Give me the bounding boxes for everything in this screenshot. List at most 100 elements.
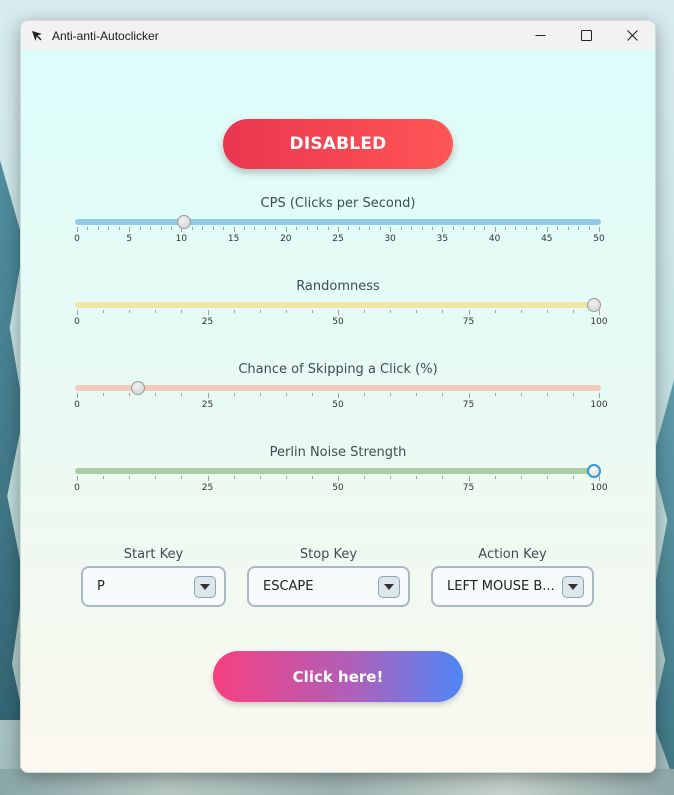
minor-tick bbox=[416, 310, 418, 313]
app-window: Anti-anti-Autoclicker DISABLED CPS (Clic… bbox=[20, 20, 656, 773]
tick-label: 100 bbox=[590, 400, 608, 410]
major-tick bbox=[77, 393, 78, 398]
title-bar[interactable]: Anti-anti-Autoclicker bbox=[21, 21, 655, 50]
minor-tick bbox=[348, 227, 350, 230]
major-tick bbox=[207, 476, 209, 481]
skip-chance-slider-label: Chance of Skipping a Click (%) bbox=[238, 362, 438, 377]
minor-tick bbox=[369, 227, 371, 230]
minor-tick bbox=[505, 227, 507, 230]
close-icon bbox=[626, 30, 638, 41]
tick-label: 75 bbox=[462, 400, 475, 410]
minor-tick bbox=[103, 310, 105, 313]
major-tick bbox=[494, 227, 496, 232]
tick-label: 25 bbox=[332, 234, 344, 244]
minor-tick bbox=[520, 476, 522, 479]
minor-tick bbox=[150, 227, 152, 230]
minor-tick bbox=[223, 227, 225, 230]
tick-label: 40 bbox=[488, 234, 501, 244]
stop-key-dropdown[interactable]: ESCAPE bbox=[247, 566, 410, 607]
minor-tick bbox=[191, 227, 193, 230]
tick-label: 5 bbox=[126, 234, 133, 244]
major-tick bbox=[285, 227, 287, 232]
minor-tick bbox=[97, 227, 99, 230]
minor-tick bbox=[155, 476, 157, 479]
start-key-dropdown[interactable]: P bbox=[81, 566, 226, 607]
action-key-dropdown[interactable]: LEFT MOUSE B... bbox=[431, 566, 594, 607]
stop-key-group: Stop Key ESCAPE bbox=[247, 547, 410, 607]
minor-tick bbox=[442, 393, 444, 396]
minor-tick bbox=[259, 476, 261, 479]
major-tick bbox=[599, 310, 600, 315]
dropdown-arrow-button[interactable] bbox=[378, 575, 400, 598]
minor-tick bbox=[546, 393, 548, 396]
slider-ticks bbox=[75, 227, 601, 233]
minor-tick bbox=[390, 476, 392, 479]
minor-tick bbox=[494, 393, 496, 396]
minor-tick bbox=[484, 227, 486, 230]
action-key-label: Action Key bbox=[478, 547, 547, 562]
maximize-button[interactable] bbox=[563, 21, 609, 50]
tick-label: 25 bbox=[201, 400, 214, 410]
slider-track[interactable] bbox=[75, 468, 601, 474]
minor-tick bbox=[259, 310, 261, 313]
minor-tick bbox=[364, 393, 366, 396]
start-key-group: Start Key P bbox=[81, 547, 226, 607]
minor-tick bbox=[327, 227, 329, 230]
minor-tick bbox=[572, 476, 574, 479]
minor-tick bbox=[212, 227, 214, 230]
minor-tick bbox=[233, 476, 235, 479]
minor-tick bbox=[515, 227, 517, 230]
minor-tick bbox=[129, 310, 131, 313]
action-key-value: LEFT MOUSE B... bbox=[447, 579, 555, 594]
minor-tick bbox=[103, 393, 105, 396]
minor-tick bbox=[416, 393, 418, 396]
cps-slider-label: CPS (Clicks per Second) bbox=[260, 196, 416, 211]
tick-label: 0 bbox=[74, 234, 80, 244]
major-tick bbox=[129, 227, 131, 232]
minor-tick bbox=[317, 227, 319, 230]
close-button[interactable] bbox=[609, 21, 655, 50]
minor-tick bbox=[129, 476, 131, 479]
minimize-button[interactable] bbox=[517, 21, 563, 50]
minor-tick bbox=[588, 227, 590, 230]
slider-thumb[interactable] bbox=[587, 464, 601, 478]
minor-tick bbox=[536, 227, 538, 230]
minor-tick bbox=[364, 310, 366, 313]
slider-track[interactable] bbox=[75, 302, 601, 308]
minor-tick bbox=[572, 310, 574, 313]
minor-tick bbox=[233, 310, 235, 313]
tick-label: 50 bbox=[332, 400, 344, 410]
tick-label: 50 bbox=[593, 234, 605, 244]
stop-key-label: Stop Key bbox=[299, 547, 358, 562]
minor-tick bbox=[463, 227, 465, 230]
app-logo-icon bbox=[32, 30, 42, 41]
major-tick bbox=[442, 227, 444, 232]
major-tick bbox=[77, 227, 78, 232]
stop-key-value: ESCAPE bbox=[263, 579, 314, 594]
minor-tick bbox=[285, 310, 287, 313]
click-test-button[interactable]: Click here! bbox=[213, 651, 463, 702]
tick-label: 35 bbox=[436, 234, 449, 244]
minor-tick bbox=[364, 476, 366, 479]
minor-tick bbox=[254, 227, 256, 230]
slider-track[interactable] bbox=[75, 219, 601, 225]
tick-label: 45 bbox=[541, 234, 553, 244]
minor-tick bbox=[155, 310, 157, 313]
minor-tick bbox=[285, 476, 287, 479]
enable-toggle-button[interactable]: DISABLED bbox=[223, 119, 453, 169]
minor-tick bbox=[129, 393, 131, 396]
major-tick bbox=[207, 393, 209, 398]
slider-track[interactable] bbox=[75, 385, 601, 391]
major-tick bbox=[338, 310, 339, 315]
major-tick bbox=[207, 310, 209, 315]
action-key-group: Action Key LEFT MOUSE B... bbox=[431, 547, 594, 607]
minor-tick bbox=[118, 227, 120, 230]
minor-tick bbox=[390, 393, 392, 396]
tick-label: 15 bbox=[227, 234, 240, 244]
minor-tick bbox=[390, 310, 392, 313]
slider-thumb[interactable] bbox=[587, 298, 601, 312]
dropdown-arrow-button[interactable] bbox=[194, 575, 216, 598]
perlin-noise-slider-label: Perlin Noise Strength bbox=[269, 445, 407, 460]
minor-tick bbox=[400, 227, 402, 230]
dropdown-arrow-button[interactable] bbox=[562, 575, 584, 598]
